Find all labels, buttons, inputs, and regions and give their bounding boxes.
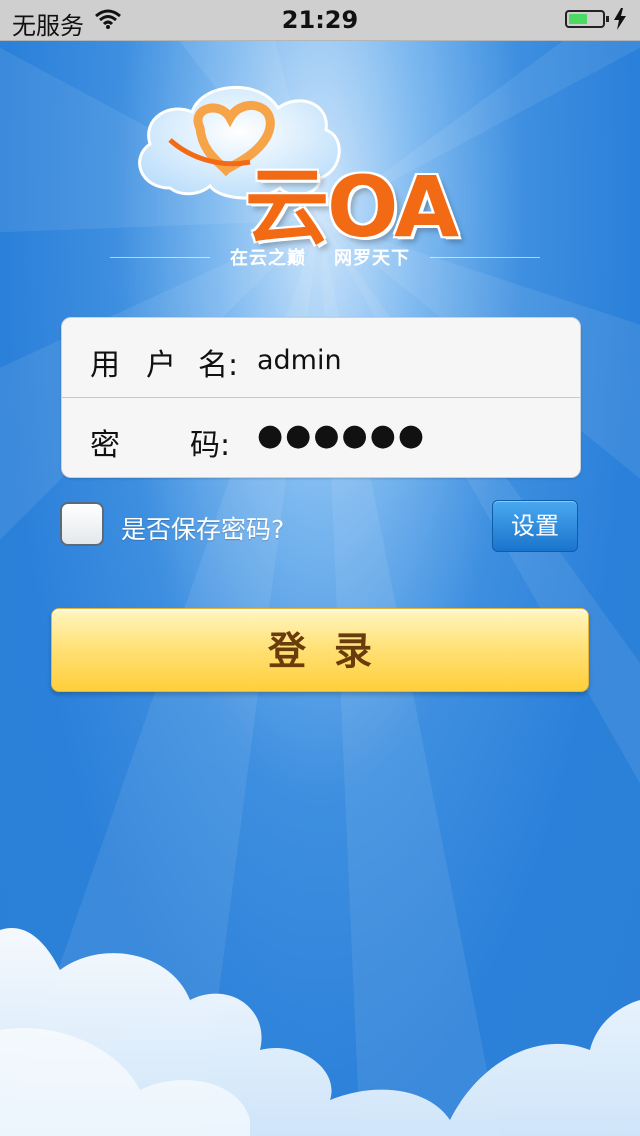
settings-button[interactable]: 设置	[492, 500, 578, 552]
login-screen: 无服务 21:29 云OA 在云之巅 网罗天下 用 户 名: admin 密 码…	[0, 0, 640, 1136]
charging-bolt-icon	[613, 8, 627, 36]
status-bar: 无服务 21:29	[0, 0, 640, 41]
tagline-left: 在云之巅	[230, 248, 306, 269]
remember-password-checkbox[interactable]	[60, 502, 104, 546]
clock: 21:29	[281, 6, 359, 34]
login-form: 用户名: 密码: ●●●●●●	[61, 317, 581, 478]
bottom-clouds	[0, 928, 640, 1136]
password-input[interactable]: ●●●●●●	[257, 418, 557, 453]
login-button[interactable]: 登录	[51, 608, 589, 692]
username-input[interactable]	[257, 345, 557, 376]
remember-password-label: 是否保存密码?	[121, 515, 285, 544]
password-row[interactable]: 密码: ●●●●●●	[62, 398, 580, 477]
battery-icon	[565, 10, 609, 28]
logo-text: 云OA	[245, 158, 459, 256]
username-label: 用户名:	[90, 348, 239, 383]
username-row[interactable]: 用户名:	[62, 318, 580, 398]
tagline-right: 网罗天下	[334, 248, 410, 269]
tagline: 在云之巅 网罗天下	[0, 244, 640, 270]
password-label: 密码:	[90, 428, 231, 463]
